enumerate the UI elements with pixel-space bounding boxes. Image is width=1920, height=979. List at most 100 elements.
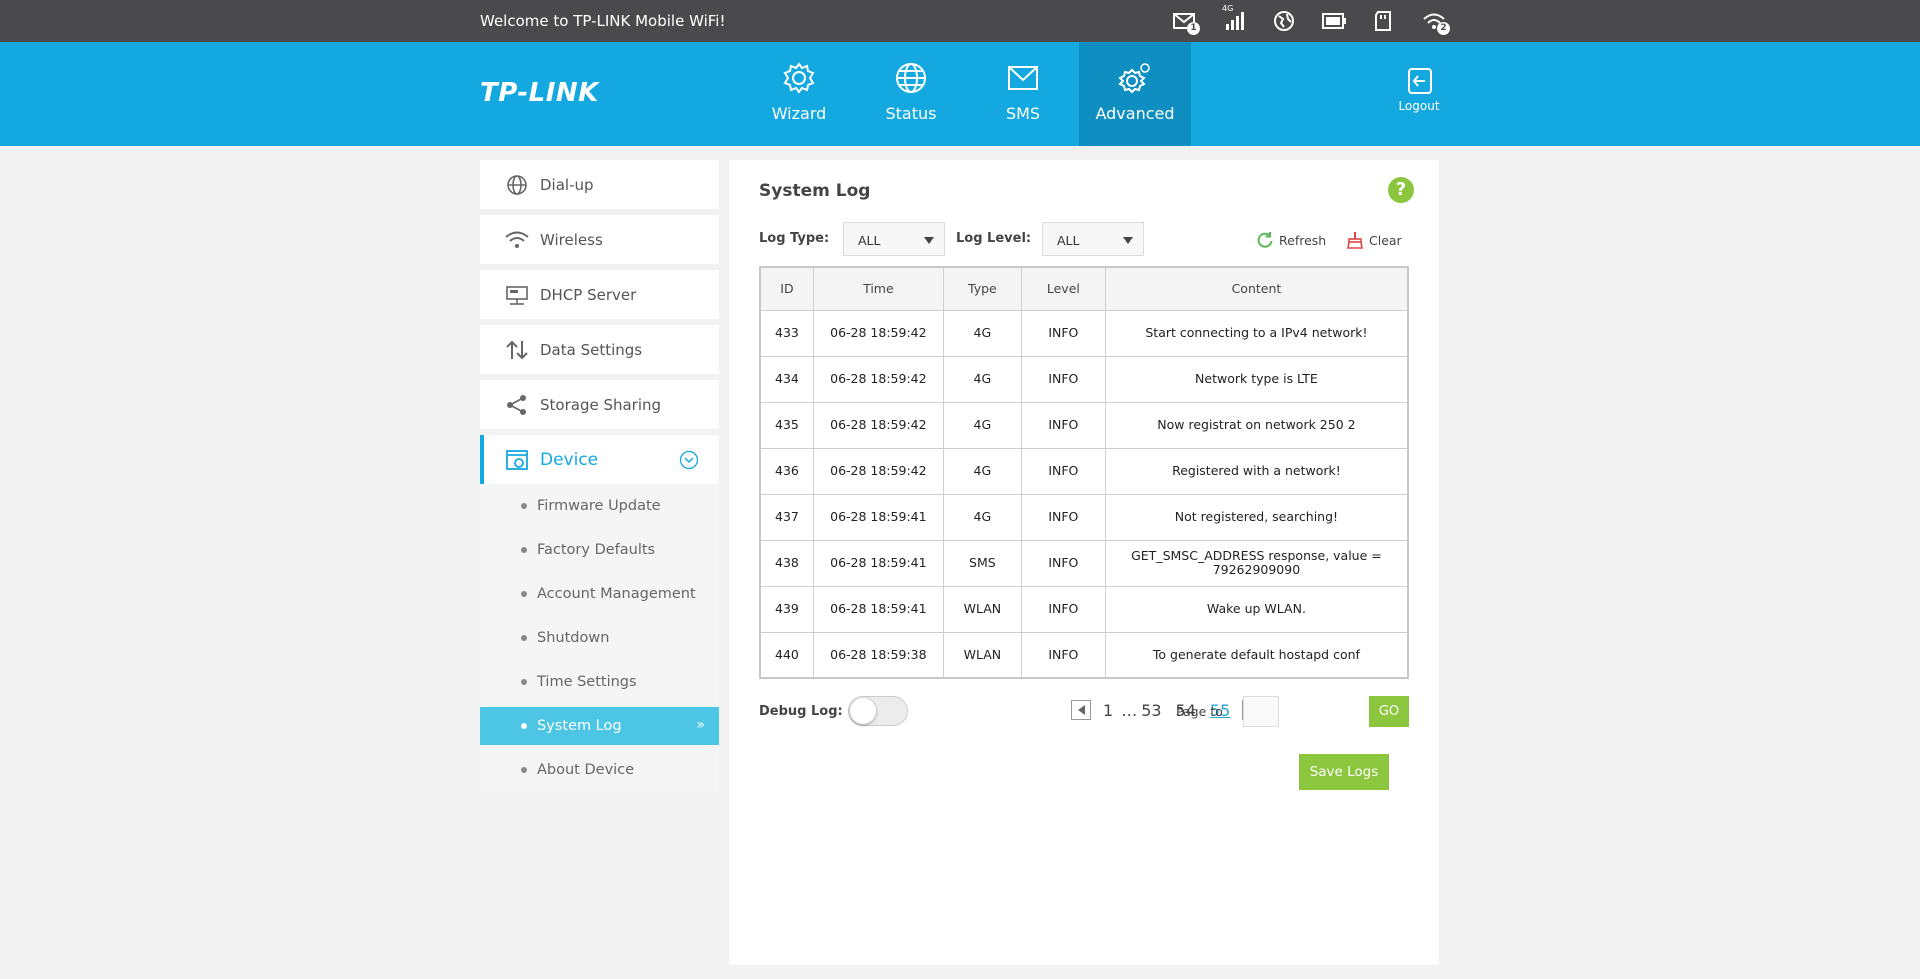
nav-advanced-label: Advanced [1095,104,1175,123]
cell-type: 4G [942,493,1022,541]
network-type-label: 4G [1222,4,1234,13]
submenu-firmware-update[interactable]: Firmware Update [480,484,719,528]
submenu-time-settings[interactable]: Time Settings [480,660,719,704]
refresh-label: Refresh [1279,232,1327,248]
data-arrows-icon [506,340,528,359]
debug-log-toggle[interactable] [848,696,908,726]
table-header-row: ID Time Type Level Content [759,266,1409,311]
cell-content: To generate default hostapd conf [1104,631,1409,679]
help-icon[interactable]: ? [1388,177,1414,203]
top-status-bar: Welcome to TP-LINK Mobile WiFi! 1 4G 2 [0,0,1920,42]
debug-log-label: Debug Log: [759,704,843,719]
go-button[interactable]: GO [1369,696,1409,727]
column-header-content: Content [1104,266,1409,311]
nav-sms[interactable]: SMS [967,42,1079,146]
clear-button[interactable]: Clear [1346,231,1402,249]
cell-level: INFO [1020,355,1106,403]
cell-type: WLAN [942,585,1022,633]
prev-page-button[interactable] [1071,700,1091,720]
arrow-left-icon [1077,705,1085,715]
nav-wizard-label: Wizard [771,104,827,123]
page-number-input[interactable] [1243,696,1279,727]
sidebar-item-label: DHCP Server [540,285,637,304]
nav-advanced[interactable]: Advanced [1079,42,1191,146]
sidebar-item-dialup[interactable]: Dial-up [480,160,719,209]
nav-status[interactable]: Status [855,42,967,146]
submenu-about-device[interactable]: About Device [480,748,719,792]
table-row: 434 06-28 18:59:42 4G INFO Network type … [759,355,1409,403]
envelope-icon [1008,66,1038,90]
sidebar-item-device[interactable]: Device [480,435,719,484]
page-link[interactable]: 1 [1103,701,1113,720]
page-ellipsis: … [1121,700,1138,720]
cell-time: 06-28 18:59:41 [812,493,944,541]
clear-label: Clear [1369,232,1402,248]
broom-icon [1347,232,1363,249]
system-log-panel: System Log ? Log Type: ALL Log Level: AL… [729,160,1439,965]
dialup-globe-icon [507,174,527,195]
gears-icon [1118,63,1150,94]
save-logs-button[interactable]: Save Logs [1299,754,1389,790]
main-nav: Wizard Status SMS Advanced [743,42,1191,146]
cell-level: INFO [1020,401,1106,449]
page-link[interactable]: 53 [1141,701,1161,720]
refresh-icon [1257,232,1273,248]
wifi-icon [505,231,529,248]
cell-content: Now registrat on network 250 2 [1104,401,1409,449]
sidebar-item-wireless[interactable]: Wireless [480,215,719,264]
column-header-time: Time [812,266,944,311]
table-row: 439 06-28 18:59:41 WLAN INFO Wake up WLA… [759,585,1409,633]
submenu-account-management[interactable]: Account Management [480,572,719,616]
cell-type: SMS [942,539,1022,587]
signal-icon: 4G [1220,4,1248,34]
cell-level: INFO [1020,585,1106,633]
pagination: 1 … 53 54 55 [1071,700,1263,720]
log-type-select[interactable]: ALL [843,222,945,256]
cell-time: 06-28 18:59:42 [812,447,944,495]
device-icon [506,449,528,470]
sidebar-item-storage-sharing[interactable]: Storage Sharing [480,380,719,429]
log-filters: Log Type: ALL Log Level: ALL Refresh Cle… [759,222,1415,256]
cell-id: 433 [759,309,814,357]
column-header-id: ID [759,266,814,311]
page-to-label: Page to [1176,704,1223,719]
log-level-select[interactable]: ALL [1042,222,1144,256]
table-row: 440 06-28 18:59:38 WLAN INFO To generate… [759,631,1409,679]
submenu-shutdown[interactable]: Shutdown [480,616,719,660]
cell-time: 06-28 18:59:41 [812,585,944,633]
cell-id: 435 [759,401,814,449]
cell-id: 436 [759,447,814,495]
log-type-label: Log Type: [759,231,830,246]
cell-content: Wake up WLAN. [1104,585,1409,633]
status-icons: 1 4G 2 [1170,4,1450,35]
cell-id: 439 [759,585,814,633]
cell-type: 4G [942,447,1022,495]
log-level-label: Log Level: [956,231,1032,246]
cell-time: 06-28 18:59:41 [812,539,944,587]
cell-level: INFO [1020,309,1106,357]
header: TP-LINK Wizard Status SMS Advanced Logou… [0,42,1920,146]
system-log-table: ID Time Type Level Content 433 06-28 18:… [759,266,1409,679]
cell-content: Registered with a network! [1104,447,1409,495]
cell-type: 4G [942,401,1022,449]
sidebar-item-label: Data Settings [540,340,643,359]
share-icon [507,394,526,415]
logout-button[interactable]: Logout [1394,66,1444,113]
submenu-system-log[interactable]: System Log » [480,707,719,745]
sms-icon[interactable]: 1 [1170,8,1200,35]
nav-wizard[interactable]: Wizard [743,42,855,146]
sms-count-badge: 1 [1187,22,1200,35]
table-row: 437 06-28 18:59:41 4G INFO Not registere… [759,493,1409,541]
cell-id: 438 [759,539,814,587]
sidebar-item-dhcp-server[interactable]: DHCP Server [480,270,719,319]
refresh-button[interactable]: Refresh [1256,231,1326,249]
cell-level: INFO [1020,631,1106,679]
device-submenu: Firmware Update Factory Defaults Account… [480,484,719,792]
double-chevron-right-icon: » [696,717,705,733]
chevron-down-icon [679,450,699,470]
logout-label: Logout [1398,99,1440,113]
sidebar-item-data-settings[interactable]: Data Settings [480,325,719,374]
welcome-text: Welcome to TP-LINK Mobile WiFi! [480,12,726,30]
submenu-factory-defaults[interactable]: Factory Defaults [480,528,719,572]
cell-content: GET_SMSC_ADDRESS response, value = 79262… [1104,539,1409,587]
